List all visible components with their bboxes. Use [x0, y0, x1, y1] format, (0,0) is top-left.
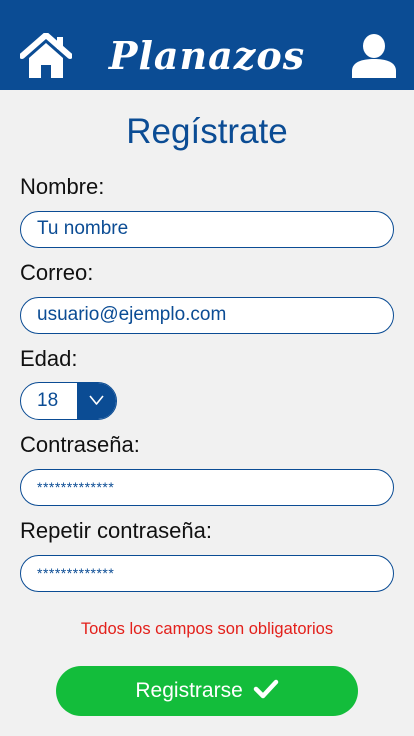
email-label: Correo: — [20, 260, 94, 285]
page-title: Regístrate — [126, 112, 288, 151]
app-brand: Planazos — [108, 33, 306, 78]
name-input[interactable]: Tu nombre — [20, 211, 394, 248]
age-label: Edad: — [20, 346, 78, 371]
password-label: Contraseña: — [20, 432, 140, 457]
age-value: 18 — [37, 390, 59, 411]
name-label: Nombre: — [20, 174, 105, 199]
chevron-down-icon — [89, 395, 104, 405]
home-icon — [19, 32, 73, 78]
age-dropdown-button[interactable] — [77, 383, 116, 419]
app-header: Planazos — [0, 0, 414, 90]
repeat-password-input[interactable]: ************* — [20, 555, 394, 592]
repeat-password-label: Repetir contraseña: — [20, 518, 212, 543]
register-button[interactable]: Registrarse — [56, 666, 358, 716]
password-input[interactable]: ************* — [20, 469, 394, 506]
email-input[interactable]: usuario@ejemplo.com — [20, 297, 394, 334]
check-icon — [253, 680, 278, 699]
home-button[interactable] — [19, 32, 73, 79]
required-fields-warning: Todos los campos son obligatorios — [80, 620, 334, 638]
age-select[interactable]: 18 — [20, 382, 117, 420]
register-button-label: Registrarse — [135, 679, 243, 702]
user-icon — [352, 34, 396, 78]
user-button[interactable] — [350, 33, 398, 79]
